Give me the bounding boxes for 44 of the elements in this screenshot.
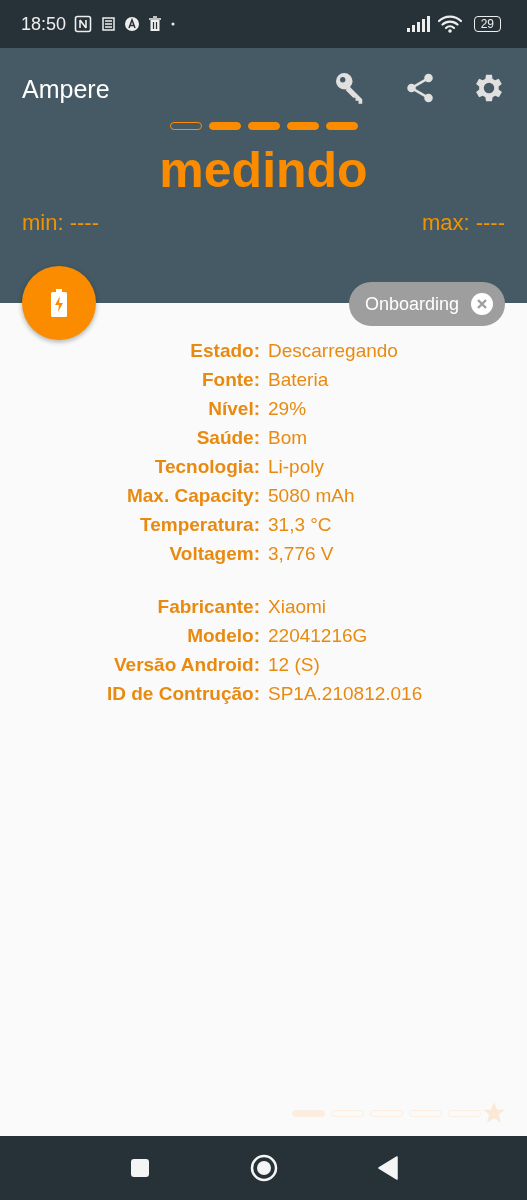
info-value: 3,776 V bbox=[268, 542, 335, 566]
info-value: 22041216G bbox=[268, 624, 369, 648]
info-label: Saúde: bbox=[195, 426, 260, 450]
battery-charging-icon bbox=[50, 289, 68, 317]
info-label: Versão Android: bbox=[112, 653, 260, 677]
info-value: Bom bbox=[268, 426, 309, 450]
info-value: Descarregando bbox=[268, 339, 399, 363]
info-label: ID de Contrução: bbox=[105, 682, 260, 706]
info-label: Nível: bbox=[207, 397, 260, 421]
max-reading: max: ---- bbox=[421, 210, 505, 236]
info-label: Max. Capacity: bbox=[125, 484, 260, 508]
info-value: 5080 mAh bbox=[268, 484, 356, 508]
min-reading: min: ---- bbox=[22, 210, 99, 236]
back-icon[interactable] bbox=[377, 1156, 398, 1180]
info-value: 12 (S) bbox=[268, 653, 321, 677]
info-label: Temperatura: bbox=[139, 513, 260, 537]
onboarding-chip[interactable]: Onboarding bbox=[348, 282, 505, 326]
wifi-icon bbox=[437, 15, 462, 33]
badge-icon bbox=[124, 16, 141, 32]
status-time: 18:50 bbox=[21, 13, 67, 35]
news-icon bbox=[100, 16, 117, 32]
info-value: Bateria bbox=[268, 368, 330, 392]
dot-icon bbox=[170, 21, 177, 27]
info-value: SP1A.210812.016 bbox=[268, 682, 424, 706]
home-icon[interactable] bbox=[249, 1154, 278, 1182]
recents-icon[interactable] bbox=[129, 1158, 150, 1178]
battery-button[interactable] bbox=[22, 266, 96, 340]
info-label: Tecnologia: bbox=[153, 455, 260, 479]
info-value: Li-poly bbox=[268, 455, 325, 479]
info-label: Estado: bbox=[189, 339, 260, 363]
info-label: Fonte: bbox=[200, 368, 260, 392]
close-icon[interactable] bbox=[471, 293, 493, 315]
battery-indicator: 29 bbox=[473, 16, 501, 32]
nfc-icon bbox=[74, 15, 93, 33]
info-value: Xiaomi bbox=[268, 595, 328, 619]
info-value: 29% bbox=[268, 397, 308, 421]
info-label: Modelo: bbox=[186, 624, 260, 648]
info-label: Voltagem: bbox=[168, 542, 260, 566]
info-label: Fabricante: bbox=[156, 595, 260, 619]
info-value: 31,3 °C bbox=[268, 513, 333, 537]
app-title: Ampere bbox=[22, 74, 110, 104]
trash-icon bbox=[148, 16, 163, 32]
measuring-status: medindo bbox=[158, 141, 369, 200]
signal-icon bbox=[405, 16, 430, 32]
